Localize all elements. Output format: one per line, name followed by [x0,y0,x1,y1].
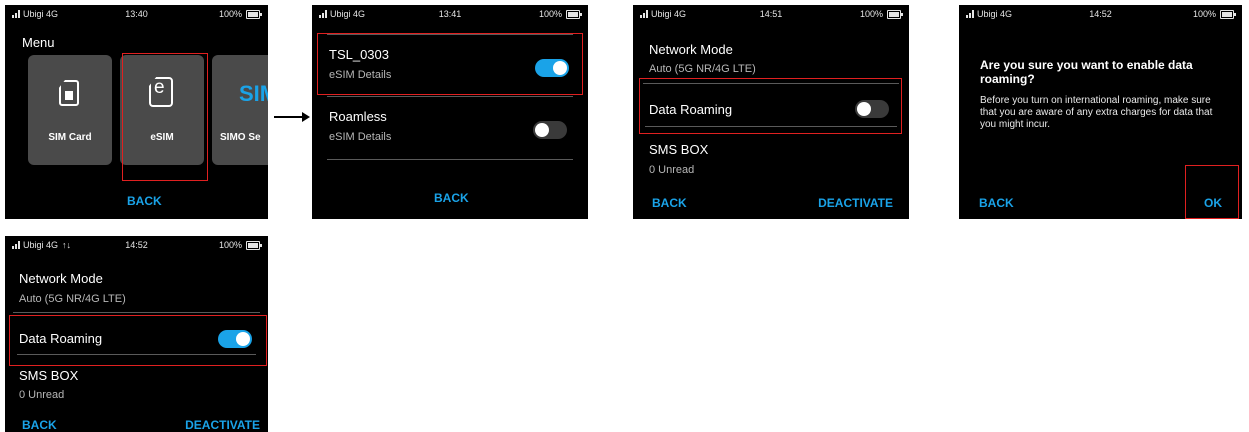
status-bar: Ubigi 4G 13:40 100% [5,5,268,27]
signal-icon [640,10,649,18]
back-button[interactable]: BACK [652,196,687,210]
carrier-label: Ubigi 4G [23,9,59,19]
item-subtitle: eSIM Details [329,131,392,143]
battery-icon [566,9,582,19]
clock: 14:52 [125,240,148,250]
screen-settings-roaming-on: Ubigi 4G ↑↓ 14:52 100% Network Mode Auto … [5,236,268,432]
battery-icon [1220,9,1236,19]
battery-percent: 100% [859,9,883,19]
carrier-label: Ubigi 4G [977,9,1013,19]
clock: 13:40 [125,9,148,19]
tile-simo[interactable]: SIM SIMO Se [212,55,268,165]
clock: 14:52 [1089,9,1112,19]
item-title: Network Mode [649,42,733,57]
data-transfer-icon: ↑↓ [62,240,72,250]
battery-percent: 100% [538,9,562,19]
screen-esim-list: Ubigi 4G 13:41 100% TSL_0303 eSIM Detail… [312,5,588,219]
back-button[interactable]: BACK [979,196,1014,210]
item-title: SMS BOX [649,142,709,157]
status-bar: Ubigi 4G 14:51 100% [633,5,909,27]
sms-box-item[interactable]: SMS BOX 0 Unread [5,362,268,406]
battery-icon [246,9,262,19]
dialog-body: Before you turn on international roaming… [980,95,1213,130]
tile-sim-card[interactable]: SIM Card [28,55,112,165]
item-subtitle: Auto (5G NR/4G LTE) [649,63,756,75]
back-button[interactable]: BACK [434,191,469,205]
clock: 14:51 [759,9,783,19]
item-subtitle: 0 Unread [649,164,695,176]
back-button[interactable]: BACK [127,194,162,208]
screen-settings-roaming-off: Ubigi 4G 14:51 100% Network Mode Auto (5… [633,5,909,219]
signal-icon [319,10,328,18]
battery-icon [246,240,262,250]
signal-icon [966,10,975,18]
status-bar: Ubigi 4G 14:52 100% [959,5,1242,27]
back-button[interactable]: BACK [22,418,57,432]
battery-percent: 100% [1192,9,1216,19]
item-title: Roamless [329,109,387,124]
carrier-label: Ubigi 4G [651,9,687,19]
divider [17,354,256,355]
highlight-box [9,315,267,366]
battery-icon [887,9,903,19]
sms-box-item[interactable]: SMS BOX 0 Unread [633,133,909,179]
sim-card-icon [59,80,79,106]
status-bar: Ubigi 4G ↑↓ 14:52 100% [5,236,268,258]
divider [327,159,573,160]
deactivate-button[interactable]: DEACTIVATE [818,196,893,210]
clock: 13:41 [438,9,462,19]
status-bar: Ubigi 4G 13:41 100% [312,5,588,27]
item-title: Network Mode [19,271,103,286]
carrier-label: Ubigi 4G [23,240,59,250]
roamless-toggle[interactable] [533,121,567,139]
menu-title: Menu [22,35,55,50]
screen-menu: Ubigi 4G 13:40 100% Menu SIM Card e eSIM… [5,5,268,219]
arrow-head-icon [302,112,310,122]
list-item-roamless[interactable]: Roamless eSIM Details [312,99,588,159]
network-mode-item[interactable]: Network Mode Auto (5G NR/4G LTE) [633,35,909,80]
simo-icon: SIM [239,81,268,106]
signal-icon [12,241,21,249]
divider [327,96,573,97]
battery-percent: 100% [218,9,242,19]
network-mode-item[interactable]: Network Mode Auto (5G NR/4G LTE) [5,264,268,309]
highlight-box [317,33,583,95]
signal-icon [12,10,21,18]
tile-label: SIM Card [48,132,92,143]
divider [13,312,260,313]
flow-arrow [274,116,304,118]
divider [645,126,897,127]
tile-label: SIMO Se [220,132,261,143]
deactivate-button[interactable]: DEACTIVATE [185,418,260,432]
battery-percent: 100% [218,240,242,250]
screen-roaming-dialog: Ubigi 4G 14:52 100% Are you sure you wan… [959,5,1242,219]
item-title: SMS BOX [19,368,79,383]
highlight-box [122,53,208,181]
carrier-label: Ubigi 4G [330,9,366,19]
item-subtitle: Auto (5G NR/4G LTE) [19,293,126,305]
dialog-title: Are you sure you want to enable data roa… [980,58,1193,86]
highlight-box [1185,165,1239,219]
item-subtitle: 0 Unread [19,389,65,401]
